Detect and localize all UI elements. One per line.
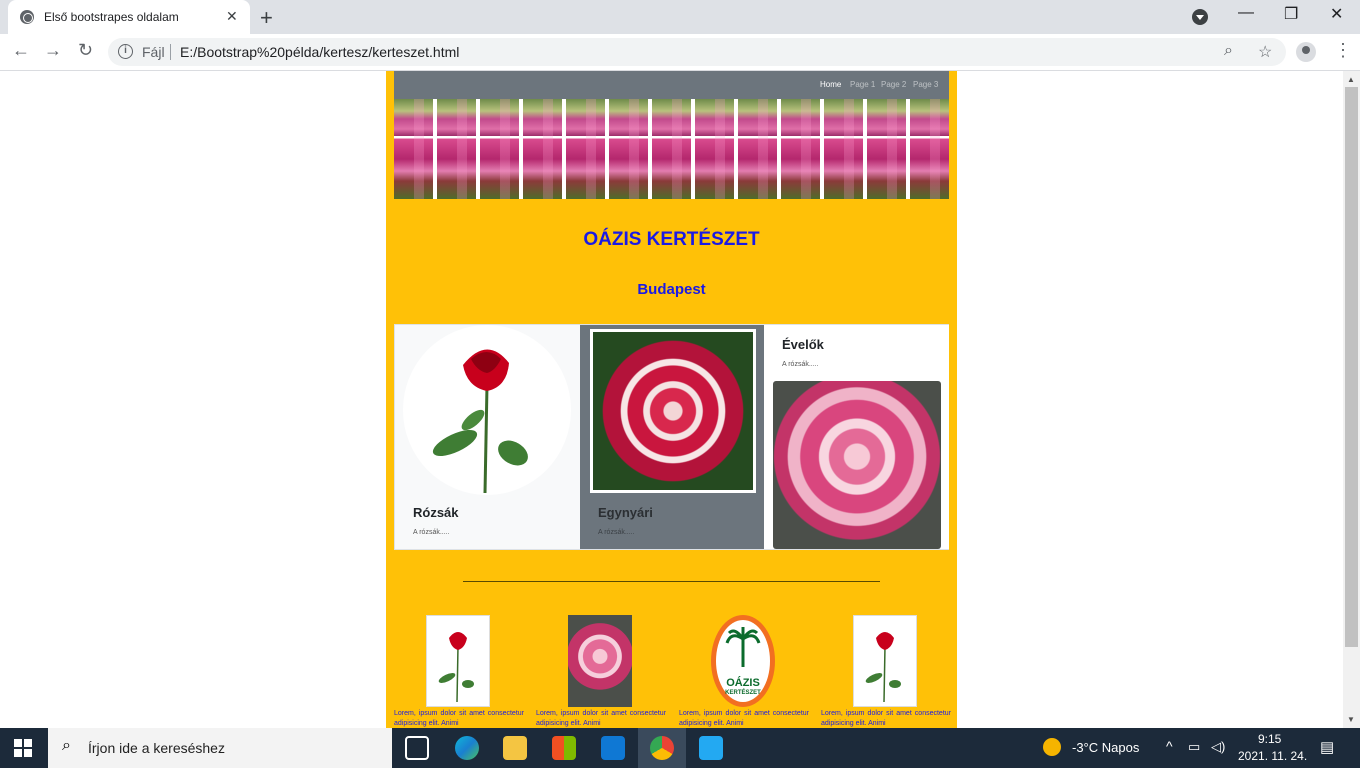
network-icon[interactable]: ▭ (1188, 739, 1200, 755)
card-text-rozsak: A rózsák..... (413, 529, 450, 536)
logo-text-kerteszet: KERTÉSZET (725, 690, 761, 696)
thumbnail-pink-rose (568, 615, 632, 707)
scroll-down-icon[interactable]: ▼ (1347, 715, 1355, 724)
restore-button[interactable]: ❐ (1284, 4, 1298, 24)
tab-title: Első bootstrapes oldalam (44, 10, 179, 24)
vertical-scrollbar[interactable]: ▲ ▼ (1343, 71, 1360, 728)
new-tab-button[interactable]: + (260, 5, 273, 31)
tab-strip: Első bootstrapes oldalam ✕ + — ❐ ✕ (0, 0, 1360, 34)
star-icon[interactable]: ☆ (1258, 42, 1272, 62)
close-window-button[interactable]: ✕ (1330, 4, 1343, 24)
striped-rose-image (590, 329, 756, 493)
page-container: Home Page 1 Page 2 Page 3 OÁZIS KERTÉSZE… (386, 71, 957, 728)
globe-icon (20, 10, 34, 24)
oazis-logo: OÁZIS KERTÉSZET (711, 615, 775, 707)
minimize-button[interactable]: — (1238, 4, 1254, 22)
scheme-label: Fájl (142, 44, 165, 60)
url-text[interactable]: E:/Bootstrap%20példa/kertesz/kerteszet.h… (180, 44, 459, 60)
back-icon[interactable]: ← (12, 40, 30, 61)
navbar: Home Page 1 Page 2 Page 3 (394, 71, 949, 99)
weather-text[interactable]: -3°C Napos (1072, 740, 1139, 755)
card-rozsak: Rózsák A rózsák..... (395, 325, 580, 549)
flower-banner-image (394, 99, 949, 199)
card-text-evelok: A rózsák..... (782, 361, 819, 368)
pink-rose-image (773, 381, 941, 549)
browser-tab[interactable]: Első bootstrapes oldalam ✕ (8, 0, 250, 34)
card-title-rozsak: Rózsák (413, 505, 459, 520)
task-view-icon[interactable] (405, 736, 429, 760)
windows-start-icon[interactable] (14, 739, 32, 757)
reload-icon[interactable]: ↻ (78, 40, 93, 61)
edge-icon[interactable] (455, 736, 479, 760)
search-placeholder: Írjon ide a kereséshez (88, 740, 225, 756)
thumbnail-red-rose-2 (853, 615, 917, 707)
card-egynyari: Egynyári A rózsák..... (580, 325, 764, 549)
mail-icon[interactable] (601, 736, 625, 760)
volume-icon[interactable]: ◁) (1211, 739, 1225, 755)
page-viewport: Home Page 1 Page 2 Page 3 OÁZIS KERTÉSZE… (0, 71, 1343, 728)
scroll-up-icon[interactable]: ▲ (1347, 75, 1355, 84)
forward-icon[interactable]: → (44, 40, 62, 61)
taskbar-search[interactable]: ⌕ Írjon ide a kereséshez (48, 728, 392, 768)
divider (170, 44, 171, 60)
clock-date[interactable]: 2021. 11. 24. (1238, 749, 1307, 763)
page-subtitle: Budapest (637, 281, 706, 298)
logo-text-oazis: OÁZIS (726, 677, 760, 689)
scroll-thumb[interactable] (1345, 87, 1358, 647)
zoom-icon[interactable]: ⌕ (1224, 42, 1233, 60)
card-text-egynyari: A rózsák..... (598, 529, 635, 536)
nav-home[interactable]: Home (820, 80, 841, 89)
palm-icon (725, 627, 761, 667)
card-evelok: Évelők A rózsák..... (764, 325, 949, 549)
card-title-egynyari: Egynyári (598, 505, 653, 520)
store-icon[interactable] (552, 736, 576, 760)
taskbar: ⌕ Írjon ide a kereséshez -3°C Napos ^ ▭ … (0, 728, 1360, 768)
vscode-icon[interactable] (699, 736, 723, 760)
file-explorer-icon[interactable] (503, 736, 527, 760)
tray-chevron-icon[interactable]: ^ (1166, 738, 1173, 754)
menu-icon[interactable]: ⋮ (1334, 40, 1352, 61)
chrome-icon[interactable] (650, 736, 674, 760)
thumbnail-red-rose-1 (426, 615, 490, 707)
notification-icon[interactable]: ▤ (1320, 738, 1334, 756)
address-bar[interactable]: i Fájl E:/Bootstrap%20példa/kertesz/kert… (108, 38, 1286, 66)
profile-avatar[interactable] (1296, 42, 1316, 62)
card-group: Rózsák A rózsák..... Egynyári A rózsák..… (394, 324, 949, 550)
nav-page-2[interactable]: Page 2 (881, 80, 906, 89)
clock-time[interactable]: 9:15 (1258, 732, 1281, 746)
lorem-text-3: Lorem, ipsum dolor sit amet consectetur … (679, 710, 809, 727)
lorem-text-4: Lorem, ipsum dolor sit amet consectetur … (821, 710, 951, 727)
search-icon: ⌕ (62, 737, 71, 754)
info-icon[interactable]: i (118, 44, 133, 59)
close-tab-icon[interactable]: ✕ (226, 8, 238, 25)
lorem-text-1: Lorem, ipsum dolor sit amet consectetur … (394, 710, 524, 727)
nav-page-1[interactable]: Page 1 (850, 80, 875, 89)
page-title: OÁZIS KERTÉSZET (583, 229, 760, 250)
weather-sun-icon (1043, 738, 1061, 756)
card-title-evelok: Évelők (782, 337, 824, 352)
nav-page-3[interactable]: Page 3 (913, 80, 938, 89)
lorem-text-2: Lorem, ipsum dolor sit amet consectetur … (536, 710, 666, 727)
browser-toolbar: ← → ↻ i Fájl E:/Bootstrap%20példa/kertes… (0, 34, 1360, 71)
red-rose-image (403, 325, 571, 495)
tab-search-icon[interactable] (1192, 9, 1208, 25)
horizontal-rule (463, 581, 880, 582)
